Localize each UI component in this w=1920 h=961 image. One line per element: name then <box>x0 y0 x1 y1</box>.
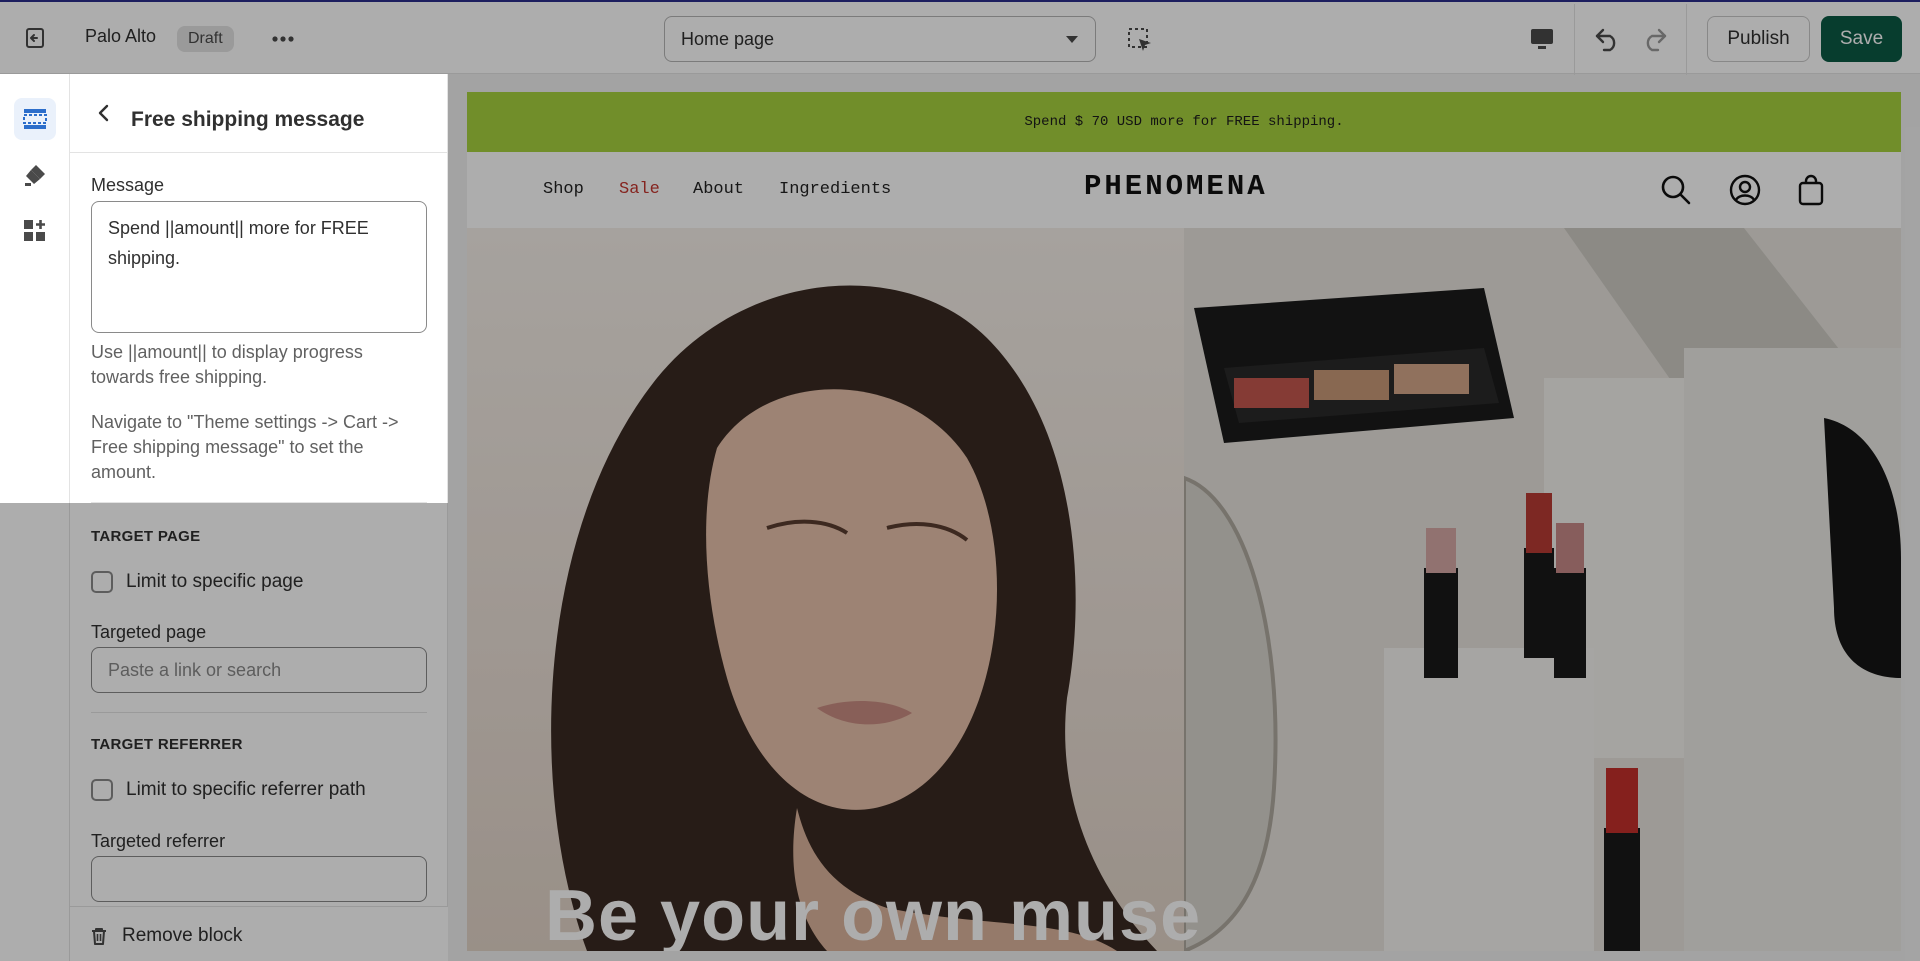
message-textarea[interactable]: Spend ||amount|| more for FREE shipping. <box>91 201 427 333</box>
nav-link-ingredients[interactable]: Ingredients <box>779 180 891 199</box>
message-help-text-navigation: Navigate to "Theme settings -> Cart -> F… <box>91 412 399 482</box>
hero-image-products <box>1184 228 1901 951</box>
limit-page-checkbox-row[interactable]: Limit to specific page <box>91 571 303 593</box>
rail-sections-button[interactable] <box>14 98 56 140</box>
undo-button[interactable] <box>1588 20 1628 58</box>
announcement-text: Spend $ 70 USD more for FREE shipping. <box>1024 114 1344 130</box>
status-badge: Draft <box>177 26 234 52</box>
more-actions-button[interactable] <box>264 22 302 56</box>
nav-link-about[interactable]: About <box>693 180 744 199</box>
search-icon <box>1661 175 1691 205</box>
account-button[interactable] <box>1727 172 1763 208</box>
target-page-heading: TARGET PAGE <box>91 528 201 545</box>
exit-icon <box>26 28 44 48</box>
limit-referrer-checkbox[interactable] <box>91 779 113 801</box>
message-help-text: Use ||amount|| to display progress towar… <box>91 342 363 387</box>
inspector-button[interactable] <box>1122 22 1158 58</box>
targeted-page-input[interactable]: Paste a link or search <box>91 647 427 693</box>
hero-image-portrait <box>467 228 1184 951</box>
editor-topbar: Palo Alto Draft Home page Publish Save <box>0 0 1920 75</box>
sections-icon <box>23 109 47 129</box>
block-settings-panel: Free shipping message Message Spend ||am… <box>70 74 448 961</box>
toolbar-divider <box>1574 4 1575 75</box>
targeted-page-label: Targeted page <box>91 622 207 642</box>
store-preview[interactable]: Spend $ 70 USD more for FREE shipping. S… <box>467 92 1901 951</box>
section-divider <box>91 502 427 503</box>
cart-button[interactable] <box>1793 172 1829 208</box>
products-illustration <box>1184 228 1901 951</box>
page-selector[interactable]: Home page <box>664 16 1096 62</box>
publish-button[interactable]: Publish <box>1707 16 1810 62</box>
account-icon <box>1729 174 1761 206</box>
chevron-down-icon <box>1066 36 1078 43</box>
search-button[interactable] <box>1658 172 1694 208</box>
chevron-left-icon <box>98 104 109 122</box>
nav-link-sale[interactable]: Sale <box>619 180 660 199</box>
target-referrer-heading: TARGET REFERRER <box>91 736 243 753</box>
editor-rail <box>0 74 70 961</box>
desktop-preview-button[interactable] <box>1524 20 1560 58</box>
apps-icon <box>24 220 45 241</box>
hero-section: Be your own muse <box>467 228 1901 951</box>
panel-title: Free shipping message <box>131 108 365 131</box>
limit-page-checkbox[interactable] <box>91 571 113 593</box>
select-element-icon <box>1128 28 1151 51</box>
hero-headline: Be your own muse <box>545 876 1202 951</box>
back-button[interactable] <box>88 98 118 128</box>
remove-block-button[interactable]: Remove block <box>90 925 242 947</box>
section-divider <box>91 712 427 713</box>
panel-footer: Remove block <box>70 906 448 961</box>
limit-page-checkbox-label: Limit to specific page <box>126 571 304 592</box>
theme-settings-brush-icon <box>25 165 45 186</box>
page-selector-value: Home page <box>681 28 775 49</box>
limit-referrer-checkbox-label: Limit to specific referrer path <box>126 779 366 800</box>
save-button[interactable]: Save <box>1821 16 1902 62</box>
undo-icon <box>1595 28 1616 52</box>
toolbar-divider <box>1686 4 1687 75</box>
redo-icon <box>1646 28 1667 52</box>
remove-block-label: Remove block <box>122 925 243 946</box>
panel-header: Free shipping message <box>70 74 448 153</box>
announcement-bar: Spend $ 70 USD more for FREE shipping. <box>467 92 1901 152</box>
trash-icon <box>92 928 106 945</box>
portrait-illustration <box>551 285 1157 951</box>
limit-referrer-checkbox-row[interactable]: Limit to specific referrer path <box>91 779 366 801</box>
store-header: Shop Sale About Ingredients PHENOMENA <box>467 152 1901 228</box>
targeted-referrer-label: Targeted referrer <box>91 831 226 851</box>
exit-button[interactable] <box>14 20 56 56</box>
store-name: Palo Alto <box>85 26 157 46</box>
cart-bag-icon <box>1798 174 1824 206</box>
redo-button[interactable] <box>1634 20 1674 58</box>
store-logo[interactable]: PHENOMENA <box>1084 170 1284 203</box>
targeted-referrer-input[interactable] <box>91 856 427 902</box>
more-horizontal-icon <box>272 36 294 42</box>
nav-link-shop[interactable]: Shop <box>543 180 584 199</box>
rail-theme-settings-button[interactable] <box>14 154 56 196</box>
message-label: Message <box>91 175 165 195</box>
rail-apps-button[interactable] <box>14 210 56 252</box>
desktop-icon <box>1531 29 1553 49</box>
